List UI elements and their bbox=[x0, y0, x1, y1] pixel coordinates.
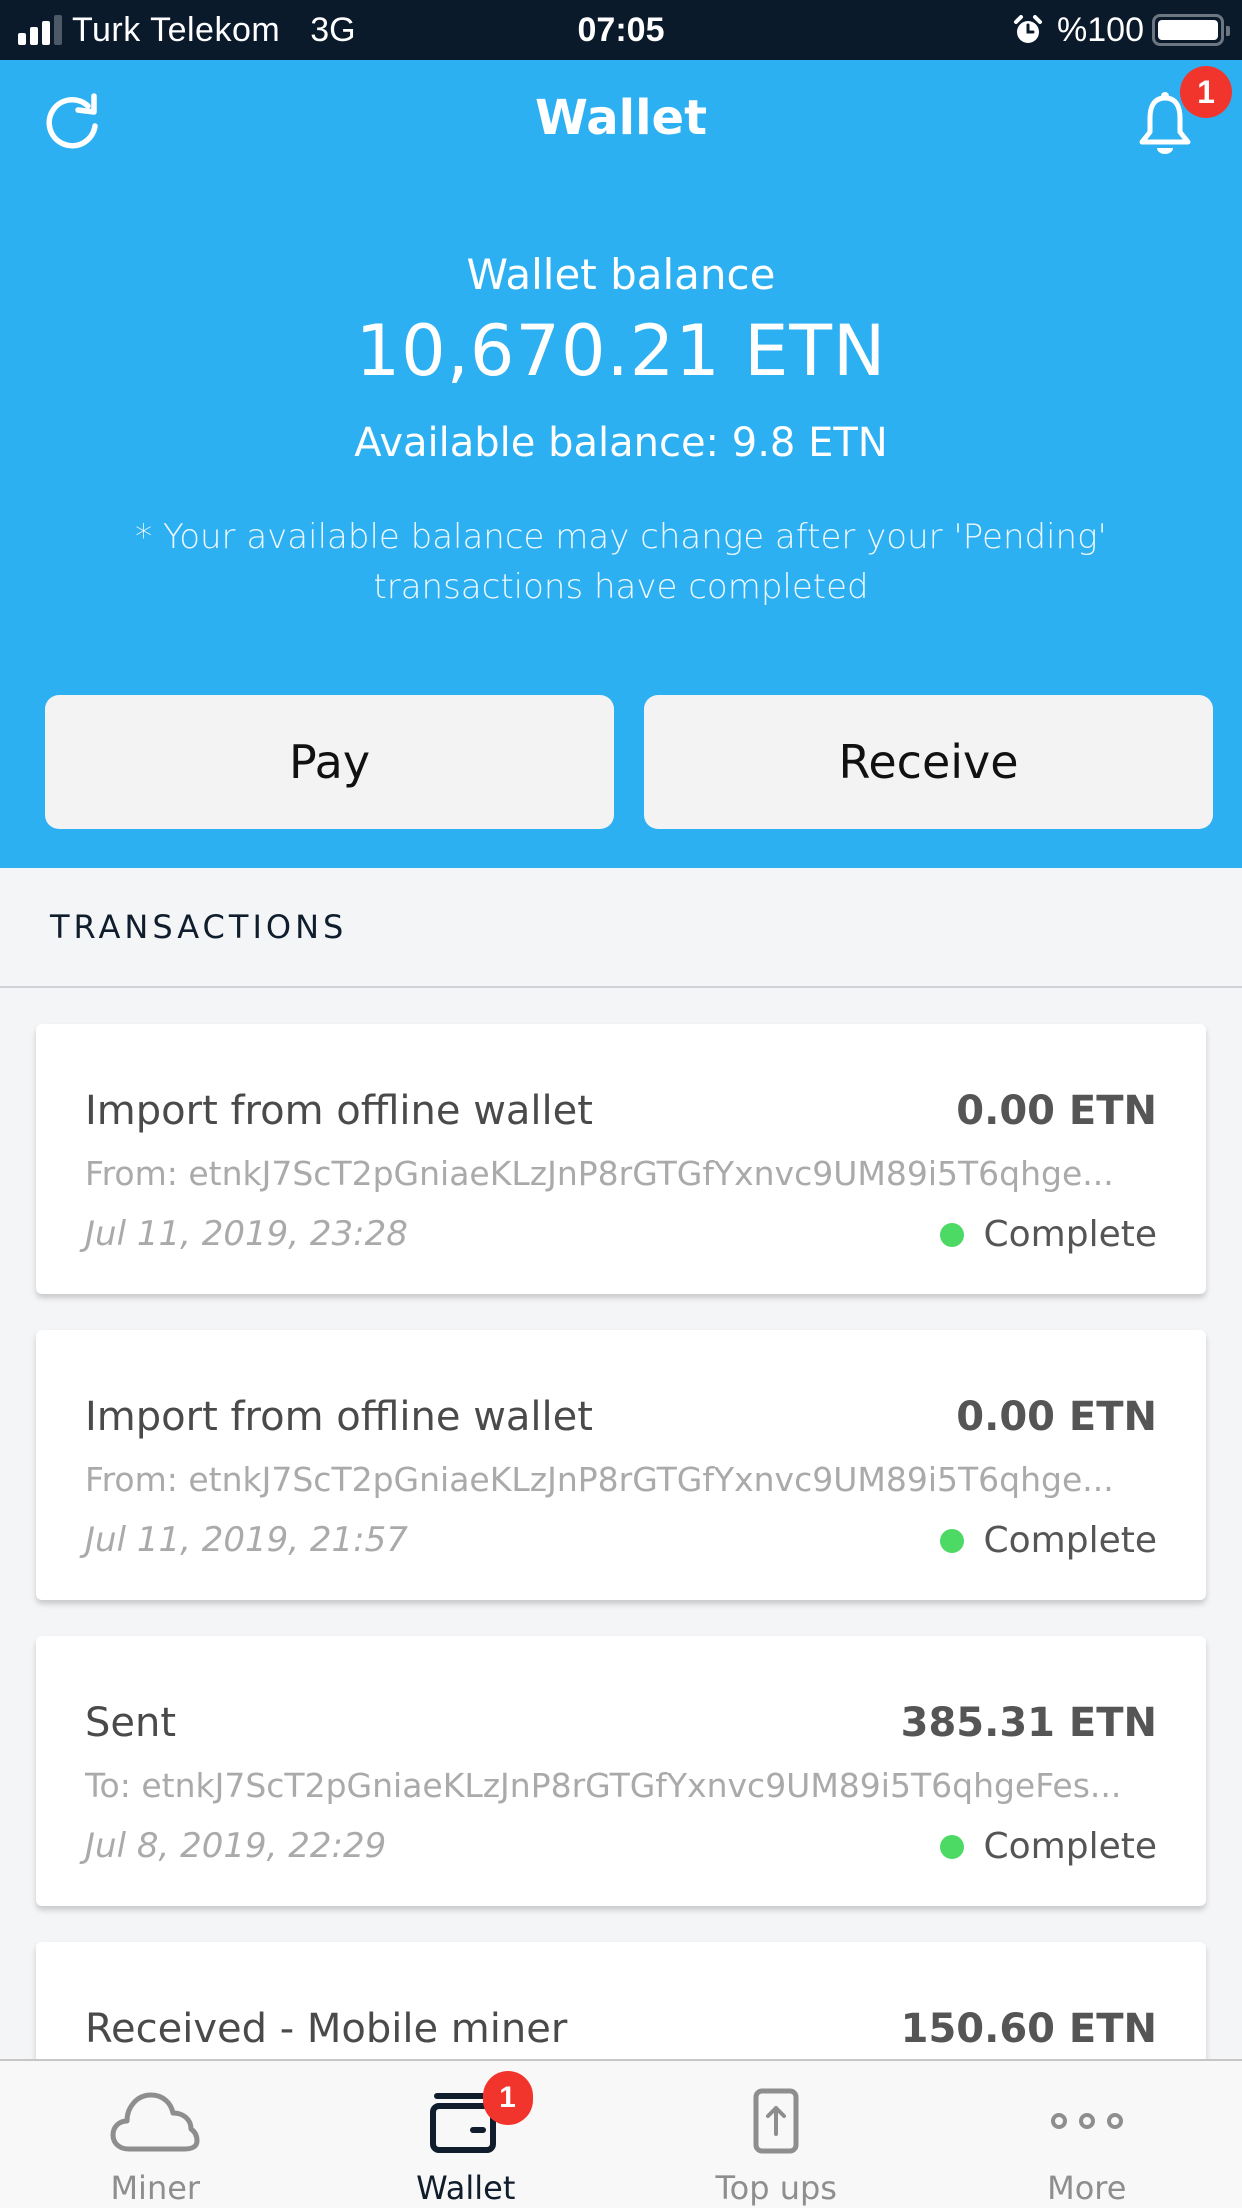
phone-upload-icon bbox=[753, 2088, 799, 2154]
alarm-icon bbox=[1014, 15, 1043, 43]
battery-percent: %100 bbox=[1057, 10, 1144, 49]
tab-label: Wallet bbox=[416, 2169, 516, 2207]
transaction-amount: 150.60 ETN bbox=[900, 2006, 1157, 2052]
transaction-amount: 0.00 ETN bbox=[956, 1088, 1157, 1134]
tab-label: More bbox=[1047, 2169, 1127, 2207]
status-dot-icon bbox=[939, 1222, 964, 1247]
status-text: Complete bbox=[983, 1520, 1158, 1561]
balance-amount: 10,670.21 ETN bbox=[355, 310, 887, 392]
transaction-status: Complete bbox=[939, 1826, 1158, 1867]
tab-more[interactable]: More bbox=[932, 2061, 1242, 2208]
status-text: Complete bbox=[983, 1826, 1158, 1867]
status-bar: Turk Telekom 3G 07:05 %100 bbox=[0, 0, 1242, 60]
battery-icon bbox=[1152, 14, 1230, 46]
cloud-icon bbox=[110, 2092, 200, 2152]
status-dot-icon bbox=[939, 1834, 964, 1859]
transaction-address: From: etnkJ7ScT2pGniaeKLzJnP8rGTGfYxnvc9… bbox=[85, 1154, 1114, 1193]
available-balance: Available balance: 9.8 ETN bbox=[354, 420, 888, 466]
transaction-title: Import from offline wallet bbox=[85, 1088, 593, 1134]
tab-top-ups[interactable]: Top ups bbox=[621, 2061, 932, 2208]
status-text: Complete bbox=[983, 1214, 1158, 1255]
status-dot-icon bbox=[939, 1528, 964, 1553]
transaction-title: Sent bbox=[85, 1700, 177, 1746]
transaction-date: Jul 8, 2019, 22:29 bbox=[85, 1826, 387, 1866]
status-right: %100 bbox=[1013, 0, 1230, 60]
transaction-status: Complete bbox=[939, 1520, 1158, 1561]
transaction-amount: 385.31 ETN bbox=[900, 1700, 1157, 1746]
transaction-date: Jul 11, 2019, 23:28 bbox=[85, 1214, 408, 1254]
tab-label: Miner bbox=[110, 2169, 201, 2207]
transaction-card[interactable]: Import from offline wallet 0.00 ETN From… bbox=[36, 1330, 1206, 1600]
balance-label: Wallet balance bbox=[466, 250, 776, 299]
transaction-title: Received - Mobile miner bbox=[85, 2006, 568, 2052]
tab-wallet[interactable]: Wallet 1 bbox=[311, 2061, 622, 2208]
transaction-address: To: etnkJ7ScT2pGniaeKLzJnP8rGTGfYxnvc9UM… bbox=[85, 1766, 1122, 1805]
pay-button[interactable]: Pay bbox=[45, 695, 614, 829]
page-title: Wallet bbox=[534, 90, 708, 146]
tab-label: Top ups bbox=[715, 2169, 837, 2207]
receive-button[interactable]: Receive bbox=[644, 695, 1213, 829]
notification-badge: 1 bbox=[1180, 66, 1232, 118]
transaction-card[interactable]: Sent 385.31 ETN To: etnkJ7ScT2pGniaeKLzJ… bbox=[36, 1636, 1206, 1906]
transactions-heading: TRANSACTIONS bbox=[50, 908, 348, 946]
transaction-amount: 0.00 ETN bbox=[956, 1394, 1157, 1440]
tab-bar: Miner Wallet 1 Top ups More bbox=[0, 2059, 1242, 2208]
transactions-header: TRANSACTIONS bbox=[0, 868, 1242, 988]
transaction-card[interactable]: Import from offline wallet 0.00 ETN From… bbox=[36, 1024, 1206, 1294]
more-dots-icon bbox=[1050, 2113, 1123, 2129]
tab-miner[interactable]: Miner bbox=[0, 2061, 311, 2208]
transaction-status: Complete bbox=[939, 1214, 1158, 1255]
wallet-hero: Wallet 1 Wallet balance 10,670.21 ETN Av… bbox=[0, 60, 1242, 868]
balance-note: * Your available balance may change afte… bbox=[135, 517, 1107, 607]
transaction-date: Jul 11, 2019, 21:57 bbox=[85, 1520, 408, 1560]
wallet-tab-badge: 1 bbox=[482, 2071, 533, 2125]
transaction-address: From: etnkJ7ScT2pGniaeKLzJnP8rGTGfYxnvc9… bbox=[85, 1460, 1114, 1499]
transaction-title: Import from offline wallet bbox=[85, 1394, 593, 1440]
